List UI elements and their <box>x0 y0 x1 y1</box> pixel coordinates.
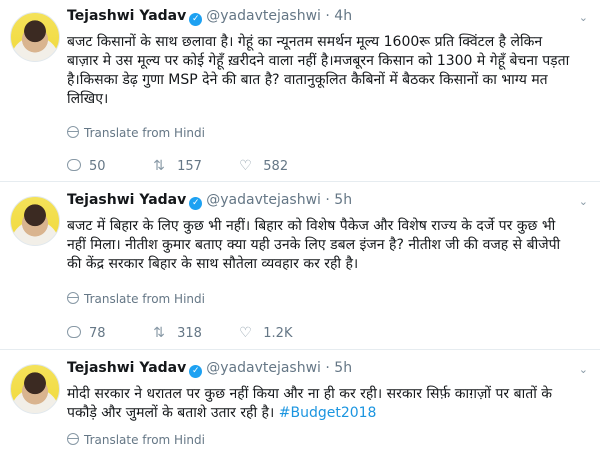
tweet-header: Tejashwi Yadav ✓ @yadavtejashwi · 5h <box>67 360 352 378</box>
like-button[interactable]: ♡ 582 <box>239 158 321 174</box>
reply-icon <box>67 326 81 338</box>
tweet-text: बजट में बिहार के लिए कुछ भी नहीं। बिहार … <box>67 218 561 272</box>
timestamp[interactable]: 4h <box>334 8 352 24</box>
separator: · <box>325 360 330 376</box>
avatar[interactable] <box>10 364 60 414</box>
retweet-count: 318 <box>177 326 202 341</box>
translate-label: Translate from Hindi <box>84 292 205 306</box>
heart-icon: ♡ <box>239 325 252 341</box>
translate-label: Translate from Hindi <box>84 126 205 140</box>
chevron-down-icon[interactable]: ⌄ <box>579 11 588 24</box>
timestamp[interactable]: 5h <box>334 192 352 208</box>
avatar[interactable] <box>10 196 60 246</box>
reply-count: 50 <box>89 159 106 174</box>
translate-link[interactable]: Translate from Hindi <box>67 433 205 447</box>
tweet-2[interactable]: Tejashwi Yadav ✓ @yadavtejashwi · 5h ⌄ बजट… <box>0 182 600 348</box>
translate-link[interactable]: Translate from Hindi <box>67 126 205 140</box>
like-count: 1.2K <box>263 326 293 341</box>
avatar[interactable] <box>10 12 60 62</box>
verified-badge-icon: ✓ <box>189 197 203 210</box>
reply-button[interactable]: 50 <box>67 159 149 174</box>
like-count: 582 <box>263 159 289 174</box>
author-name[interactable]: Tejashwi Yadav <box>67 192 186 208</box>
tweet-actions: 78 ⇅ 318 ♡ 1.2K <box>67 325 321 341</box>
author-handle[interactable]: @yadavtejashwi <box>206 360 321 376</box>
reply-count: 78 <box>89 326 106 341</box>
like-button[interactable]: ♡ 1.2K <box>239 325 321 341</box>
verified-badge-icon: ✓ <box>189 365 203 378</box>
retweet-count: 157 <box>177 159 202 174</box>
tweet-text: बजट किसानों के साथ छलावा है। गेहूं का न्… <box>67 34 570 107</box>
author-name[interactable]: Tejashwi Yadav <box>67 8 186 24</box>
separator: · <box>325 192 330 208</box>
author-name[interactable]: Tejashwi Yadav <box>67 360 186 376</box>
retweet-icon: ⇅ <box>153 158 165 174</box>
separator: · <box>325 8 330 24</box>
reply-icon <box>67 159 81 171</box>
globe-icon <box>67 433 79 445</box>
chevron-down-icon[interactable]: ⌄ <box>579 195 588 208</box>
tweet-header: Tejashwi Yadav ✓ @yadavtejashwi · 4h <box>67 8 352 26</box>
retweet-button[interactable]: ⇅ 318 <box>153 325 235 341</box>
globe-icon <box>67 126 79 138</box>
timestamp[interactable]: 5h <box>334 360 352 376</box>
translate-label: Translate from Hindi <box>84 433 205 447</box>
tweet-text: मोदी सरकार ने धरातल पर कुछ नहीं किया और … <box>67 385 577 423</box>
tweet-actions: 50 ⇅ 157 ♡ 582 <box>67 158 321 174</box>
reply-button[interactable]: 78 <box>67 326 149 341</box>
verified-badge-icon: ✓ <box>189 13 203 26</box>
translate-link[interactable]: Translate from Hindi <box>67 292 205 306</box>
globe-icon <box>67 292 79 304</box>
tweet-1[interactable]: Tejashwi Yadav ✓ @yadavtejashwi · 4h ⌄ बजट… <box>0 0 600 178</box>
tweet-3[interactable]: Tejashwi Yadav ✓ @yadavtejashwi · 5h ⌄ मोद… <box>0 350 600 450</box>
author-handle[interactable]: @yadavtejashwi <box>206 192 321 208</box>
hashtag-link[interactable]: #Budget2018 <box>279 405 377 421</box>
chevron-down-icon[interactable]: ⌄ <box>579 363 588 376</box>
author-handle[interactable]: @yadavtejashwi <box>206 8 321 24</box>
retweet-button[interactable]: ⇅ 157 <box>153 158 235 174</box>
heart-icon: ♡ <box>239 158 252 174</box>
tweet-header: Tejashwi Yadav ✓ @yadavtejashwi · 5h <box>67 192 352 210</box>
retweet-icon: ⇅ <box>153 325 165 341</box>
